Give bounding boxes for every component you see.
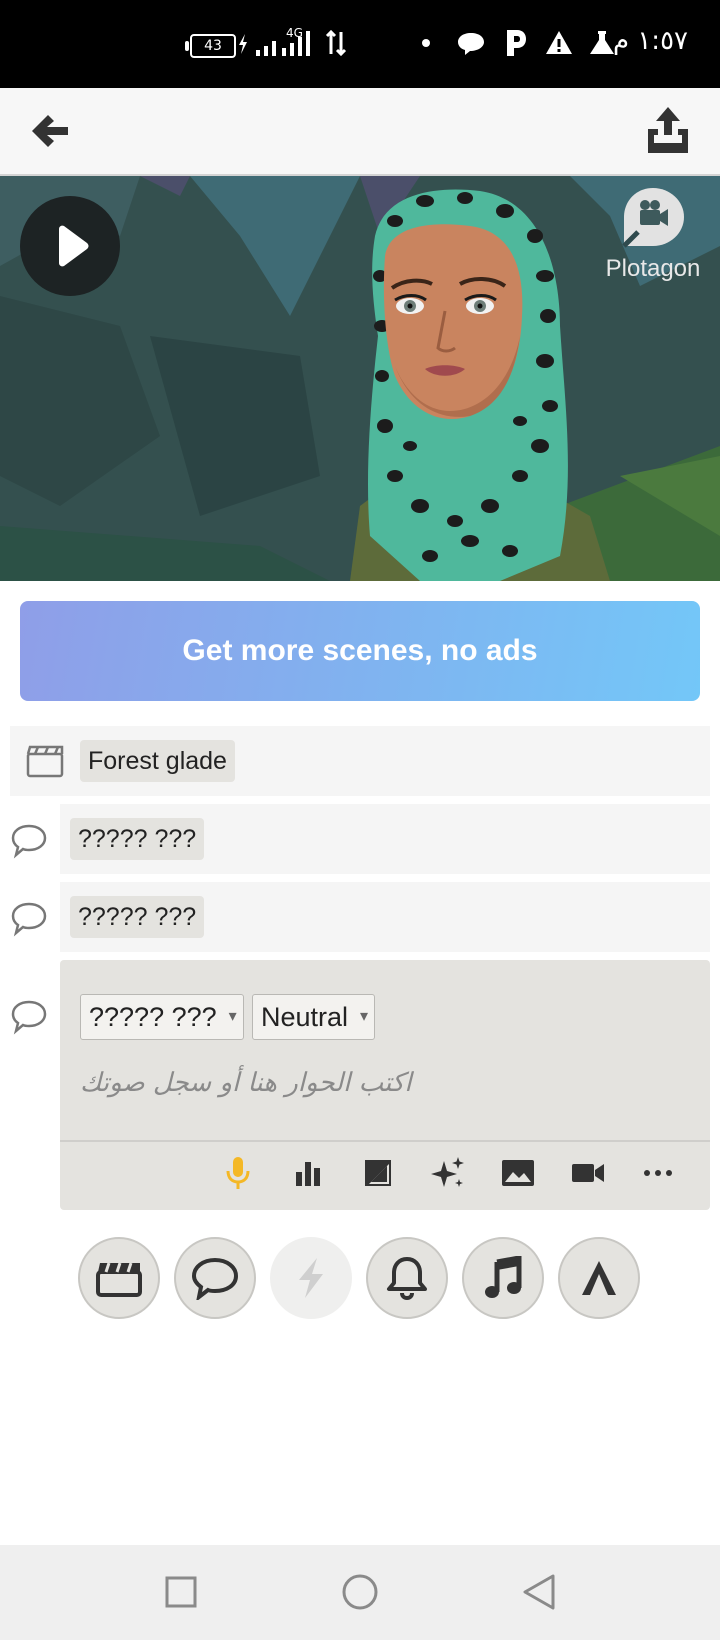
background-image-button[interactable] <box>498 1153 538 1193</box>
text-a-icon <box>582 1261 616 1295</box>
more-options-button[interactable] <box>638 1153 678 1193</box>
add-action-button[interactable] <box>270 1237 352 1319</box>
character-select[interactable]: ????? ??? <box>80 994 244 1040</box>
dialogue-input[interactable]: اكتب الحوار هنا أو سجل صوتك <box>80 1068 690 1098</box>
speech-bubble-icon <box>11 824 47 859</box>
more-icon <box>644 1170 672 1176</box>
lightning-icon <box>299 1258 323 1298</box>
bell-icon <box>387 1257 427 1301</box>
sparkle-icon <box>431 1157 464 1187</box>
home-button[interactable] <box>337 1569 383 1615</box>
clock: ١:٥٧ م <box>612 26 688 56</box>
play-icon <box>59 225 89 267</box>
status-bar: 43 4G ١:٥٧ م <box>0 0 720 88</box>
music-note-icon <box>485 1256 522 1298</box>
network-type: 4G <box>286 26 303 40</box>
clapperboard-icon <box>96 1262 142 1297</box>
image-contrast-icon <box>365 1160 391 1186</box>
battery-icon: 43 <box>185 34 236 58</box>
microphone-icon <box>226 1157 250 1189</box>
data-arrows-icon <box>325 29 347 57</box>
battery-level: 43 <box>204 38 222 54</box>
dialogue-editor: ????? ??? Neutral اكتب الحوار هنا أو سجل… <box>60 960 710 1210</box>
promo-label: Get more scenes, no ads <box>182 634 538 667</box>
home-circle-icon <box>342 1574 378 1610</box>
video-preview[interactable]: Plotagon <box>0 176 720 581</box>
add-sound-effect-button[interactable] <box>366 1237 448 1319</box>
back-button[interactable] <box>22 106 78 156</box>
scene-row[interactable]: Forest glade <box>10 726 710 796</box>
record-voice-button[interactable] <box>218 1153 258 1193</box>
chat-icon <box>458 33 484 55</box>
dialogue-line[interactable]: ????? ??? <box>60 882 710 952</box>
overlay-button[interactable] <box>358 1153 398 1193</box>
bar-chart-icon <box>296 1162 320 1186</box>
add-text-button[interactable] <box>558 1237 640 1319</box>
back-triangle-icon <box>523 1574 555 1610</box>
editor-divider <box>60 1140 710 1142</box>
video-camera-icon <box>572 1164 604 1182</box>
dialogue-line[interactable]: ????? ??? <box>60 804 710 874</box>
clapperboard-icon <box>26 745 64 778</box>
back-nav-button[interactable] <box>516 1569 562 1615</box>
warning-icon <box>546 31 572 54</box>
promo-banner[interactable]: Get more scenes, no ads <box>20 601 700 701</box>
recents-square-icon <box>165 1576 197 1608</box>
app-bar <box>0 88 720 176</box>
plotagon-logo-icon <box>622 188 684 248</box>
add-scene-button[interactable] <box>78 1237 160 1319</box>
audio-levels-button[interactable] <box>288 1153 328 1193</box>
add-music-button[interactable] <box>462 1237 544 1319</box>
emotion-select[interactable]: Neutral <box>252 994 376 1040</box>
watermark-text: Plotagon <box>605 255 701 282</box>
flask-icon <box>590 31 614 54</box>
dialogue-character-chip[interactable]: ????? ??? <box>70 818 205 860</box>
effects-button[interactable] <box>428 1153 468 1193</box>
recents-button[interactable] <box>158 1569 204 1615</box>
parking-icon <box>507 30 526 56</box>
charging-icon <box>239 34 247 54</box>
system-nav-bar <box>0 1545 720 1640</box>
speech-bubble-icon <box>11 1000 47 1035</box>
signal-icon <box>256 31 310 56</box>
add-dialogue-button[interactable] <box>174 1237 256 1319</box>
speech-bubble-icon <box>11 902 47 937</box>
landscape-icon <box>502 1160 534 1186</box>
camera-button[interactable] <box>568 1153 608 1193</box>
dot-icon <box>422 39 430 47</box>
speech-bubble-icon <box>191 1257 239 1300</box>
share-upload-icon <box>648 107 688 153</box>
plotagon-watermark: Plotagon <box>598 186 708 283</box>
dialogue-character-chip[interactable]: ????? ??? <box>70 896 205 938</box>
scene-chip[interactable]: Forest glade <box>80 740 235 782</box>
back-arrow-icon <box>32 115 68 147</box>
play-button[interactable] <box>20 196 120 296</box>
share-button[interactable] <box>640 102 696 158</box>
